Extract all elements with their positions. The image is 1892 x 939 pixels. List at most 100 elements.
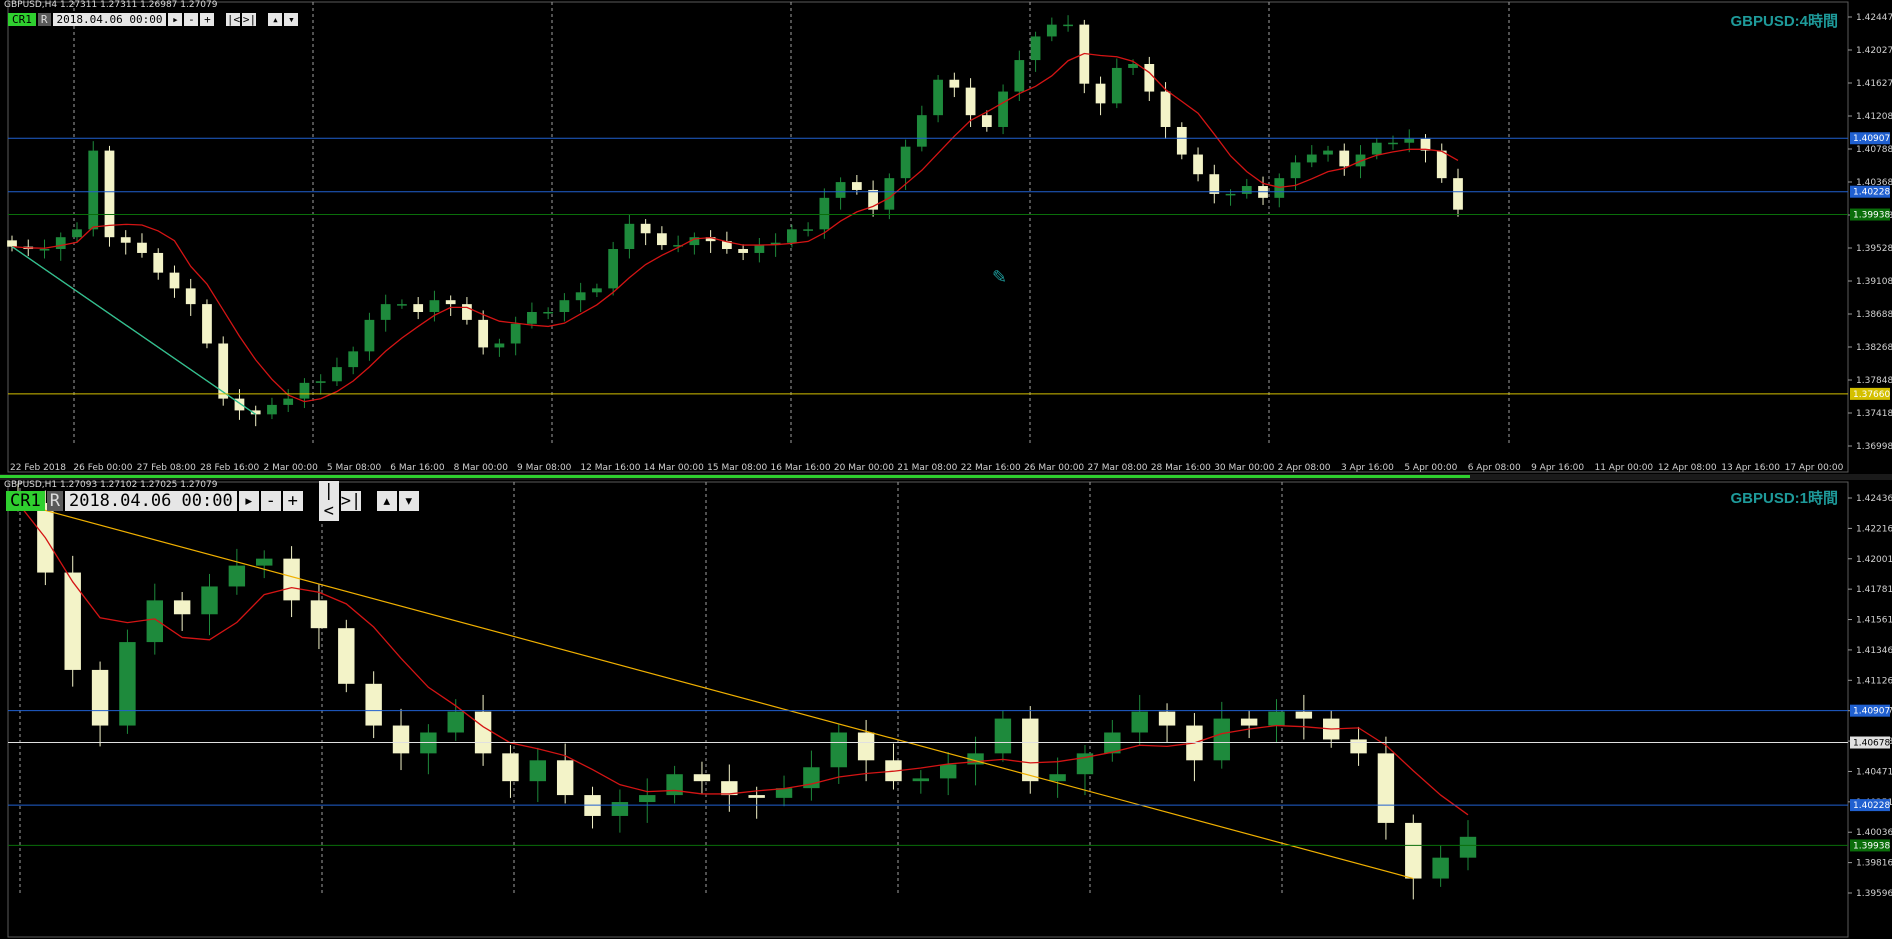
- candle-body: [510, 323, 521, 344]
- scroll-down-button[interactable]: ▾: [284, 12, 299, 26]
- price-tick-label: 1.38688: [1856, 310, 1892, 320]
- r-button[interactable]: R: [37, 12, 51, 26]
- level-price-label: 1.37660: [1853, 390, 1890, 400]
- candle-body: [348, 351, 359, 368]
- time-axis-label: 13 Apr 16:00: [1721, 463, 1780, 473]
- candle-body: [283, 398, 294, 405]
- chart-pane-h1[interactable]: 1.42436 1.42216 1.42001 1.41781 1.41561 1.413…: [0, 480, 1892, 939]
- price-tick-label: 1.41346: [1856, 646, 1892, 656]
- candle-body: [1128, 64, 1138, 68]
- candle-body: [299, 382, 310, 399]
- nav-left-button[interactable]: |<: [318, 481, 339, 521]
- candle-body: [445, 300, 456, 305]
- candle-body: [611, 802, 629, 816]
- candle-body: [933, 79, 943, 116]
- chart-canvas-h4[interactable]: 1.424471.420271.416271.412081.407881.403…: [0, 0, 1892, 474]
- candle-body: [365, 683, 382, 726]
- candle-body: [1306, 154, 1317, 163]
- candle-body: [527, 312, 537, 324]
- candle-body: [803, 229, 813, 231]
- minus-button[interactable]: -: [184, 12, 199, 26]
- candle-body: [851, 182, 862, 190]
- candle-body: [1268, 711, 1285, 726]
- chart-pane-h4[interactable]: 1.42447 1.42027 1.41627 1.41208 1.40788 1.403…: [0, 0, 1892, 474]
- candle-body: [1432, 857, 1449, 879]
- time-axis-label: 2 Apr 08:00: [1278, 463, 1331, 473]
- plus-button[interactable]: +: [282, 491, 303, 511]
- candle-body: [965, 87, 976, 116]
- scroll-up-button[interactable]: ▴: [268, 12, 283, 26]
- candle-body: [1323, 150, 1333, 155]
- time-axis-label: 28 Mar 16:00: [1151, 463, 1211, 473]
- price-tick-label: 1.39528: [1856, 244, 1892, 254]
- time-axis-label: 26 Mar 00:00: [1024, 463, 1084, 473]
- candle-body: [786, 229, 797, 243]
- candle-body: [939, 764, 957, 779]
- candle-body: [315, 381, 326, 383]
- price-tick-label: 1.36998: [1856, 442, 1892, 452]
- level-price-label: 1.40228: [1853, 188, 1890, 198]
- candle-body: [1095, 83, 1106, 104]
- plus-button[interactable]: +: [200, 12, 215, 26]
- candle-body: [1295, 711, 1313, 719]
- candle-body: [502, 753, 519, 782]
- date-input[interactable]: 2018.04.06 00:00: [52, 12, 167, 26]
- play-button[interactable]: ▸: [168, 12, 183, 26]
- candle-body: [754, 245, 765, 253]
- symbol-info-h1: GBPUSD,H1 1.27093 1.27102 1.27025 1.2707…: [4, 480, 218, 490]
- pane-divider-bar: [0, 475, 1470, 478]
- candle-body: [819, 197, 830, 230]
- candle-body: [639, 795, 656, 803]
- candle-body: [88, 150, 99, 230]
- price-tick-label: 1.42027: [1856, 46, 1892, 56]
- candle-body: [64, 572, 81, 670]
- price-tick-label: 1.42436: [1856, 494, 1892, 504]
- price-tick-label: 1.42001: [1856, 555, 1892, 565]
- scroll-up-button[interactable]: ▴: [376, 491, 397, 511]
- candle-body: [1350, 739, 1367, 754]
- candle-body: [1022, 718, 1039, 782]
- candle-body: [1158, 711, 1176, 726]
- candle-body: [494, 343, 505, 348]
- candle-body: [624, 223, 635, 250]
- zigzag-line: [17, 502, 1414, 880]
- candle-body: [857, 732, 875, 761]
- cr1-button[interactable]: CR1: [6, 491, 45, 511]
- r-button[interactable]: R: [46, 491, 63, 511]
- candle-body: [283, 558, 300, 601]
- candle-body: [1459, 836, 1477, 858]
- candle-body: [608, 249, 619, 289]
- play-button[interactable]: ▸: [238, 491, 259, 511]
- nav-left-button[interactable]: |<: [226, 12, 241, 26]
- price-tick-label: 1.39108: [1856, 277, 1892, 287]
- price-tick-label: 1.41126: [1856, 676, 1892, 686]
- time-axis-label: 6 Mar 16:00: [390, 463, 445, 473]
- time-axis-label: 22 Feb 2018: [10, 463, 66, 473]
- chart-canvas-h1[interactable]: 1.42436 1.42216 1.42001 1.41781 1.41561 1.413…: [0, 480, 1892, 939]
- candle-body: [1371, 142, 1382, 155]
- candle-body: [120, 237, 131, 243]
- candle-body: [137, 242, 147, 253]
- symbol-info-h4: GBPUSD,H4 1.27311 1.27311 1.26987 1.2707…: [4, 0, 218, 10]
- nav-right-button[interactable]: >|: [340, 491, 361, 511]
- time-axis-label: 11 Apr 00:00: [1594, 463, 1653, 473]
- price-tick-label: 1.40788: [1856, 145, 1892, 155]
- date-input[interactable]: 2018.04.06 00:00: [64, 491, 237, 511]
- candle-body: [474, 711, 492, 754]
- time-axis-label: 12 Mar 16:00: [580, 463, 640, 473]
- nav-right-button[interactable]: >|: [242, 12, 257, 26]
- price-tick-label: 1.41561: [1856, 616, 1892, 626]
- scroll-down-button[interactable]: ▾: [398, 491, 419, 511]
- candle-body: [693, 774, 711, 782]
- candle-body: [364, 319, 375, 352]
- minus-button[interactable]: -: [260, 491, 281, 511]
- candle-body: [146, 600, 163, 643]
- candle-body: [72, 229, 82, 238]
- candle-body: [994, 718, 1012, 754]
- pane-title-h4: GBPUSD:4時間: [1730, 13, 1838, 30]
- candle-body: [1241, 186, 1252, 194]
- time-axis-label: 20 Mar 00:00: [834, 463, 894, 473]
- candle-body: [559, 300, 570, 313]
- moving-average-line: [17, 502, 1469, 816]
- cr1-button[interactable]: CR1: [8, 12, 36, 26]
